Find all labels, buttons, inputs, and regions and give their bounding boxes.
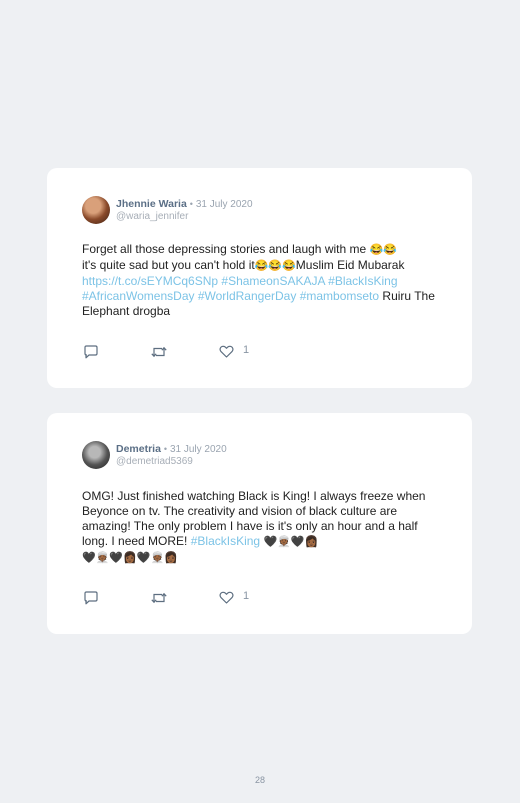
emoji: 🖤👳🏾🖤👩🏾	[263, 536, 319, 548]
hashtag-link[interactable]: #BlackIsKing	[191, 534, 260, 548]
avatar[interactable]	[82, 441, 110, 469]
tweet-date: 31 July 2020	[169, 444, 227, 455]
hashtag-link[interactable]: #AfricanWomensDay	[82, 289, 195, 303]
author-handle[interactable]: @demetriad5369	[116, 456, 193, 467]
separator: •	[189, 199, 193, 209]
text-segment: it's quite sad but you can't hold it	[82, 258, 255, 272]
tweet-card: Jhennie Waria • 31 July 2020 @waria_jenn…	[47, 168, 472, 388]
tweet-actions: 1	[83, 344, 283, 361]
retweet-icon[interactable]	[150, 345, 168, 359]
reply-icon[interactable]	[83, 591, 99, 605]
tweet-text: Forget all those depressing stories and …	[82, 242, 442, 319]
text-segment: Muslim Eid Mubarak	[295, 258, 405, 272]
reply-icon[interactable]	[83, 345, 99, 359]
tweet-card: Demetria • 31 July 2020 @demetriad5369 O…	[47, 413, 472, 634]
text-segment: Forget all those depressing stories and …	[82, 242, 370, 256]
author-name[interactable]: Jhennie Waria	[116, 198, 187, 210]
like-icon[interactable]	[219, 345, 234, 358]
page-number: 28	[254, 775, 265, 785]
hashtag-link[interactable]: #BlackIsKing	[328, 274, 397, 288]
separator: •	[163, 444, 168, 454]
emoji: 🖤👳🏾🖤👩🏾🖤👳🏾👩🏾	[82, 552, 178, 564]
like-icon[interactable]	[219, 591, 234, 604]
author-handle[interactable]: @waria_jennifer	[116, 211, 188, 222]
emoji: 😂😂😂	[254, 260, 296, 272]
like-count: 1	[243, 344, 250, 356]
like-count: 1	[243, 590, 250, 602]
tweet-actions: 1	[83, 590, 283, 607]
retweet-icon[interactable]	[150, 591, 168, 605]
hashtag-link[interactable]: #mambomseto	[300, 289, 379, 303]
tweet-link[interactable]: https://t.co/sEYMCq6SNp	[82, 274, 218, 288]
hashtag-link[interactable]: #ShameonSAKAJA	[221, 274, 324, 288]
hashtag-link[interactable]: #WorldRangerDay	[198, 289, 297, 303]
tweet-date: 31 July 2020	[195, 199, 253, 210]
avatar[interactable]	[82, 196, 110, 224]
emoji: 😂😂	[369, 244, 397, 256]
tweet-text: OMG! Just finished watching Black is Kin…	[82, 489, 437, 566]
author-name[interactable]: Demetria	[116, 443, 161, 455]
